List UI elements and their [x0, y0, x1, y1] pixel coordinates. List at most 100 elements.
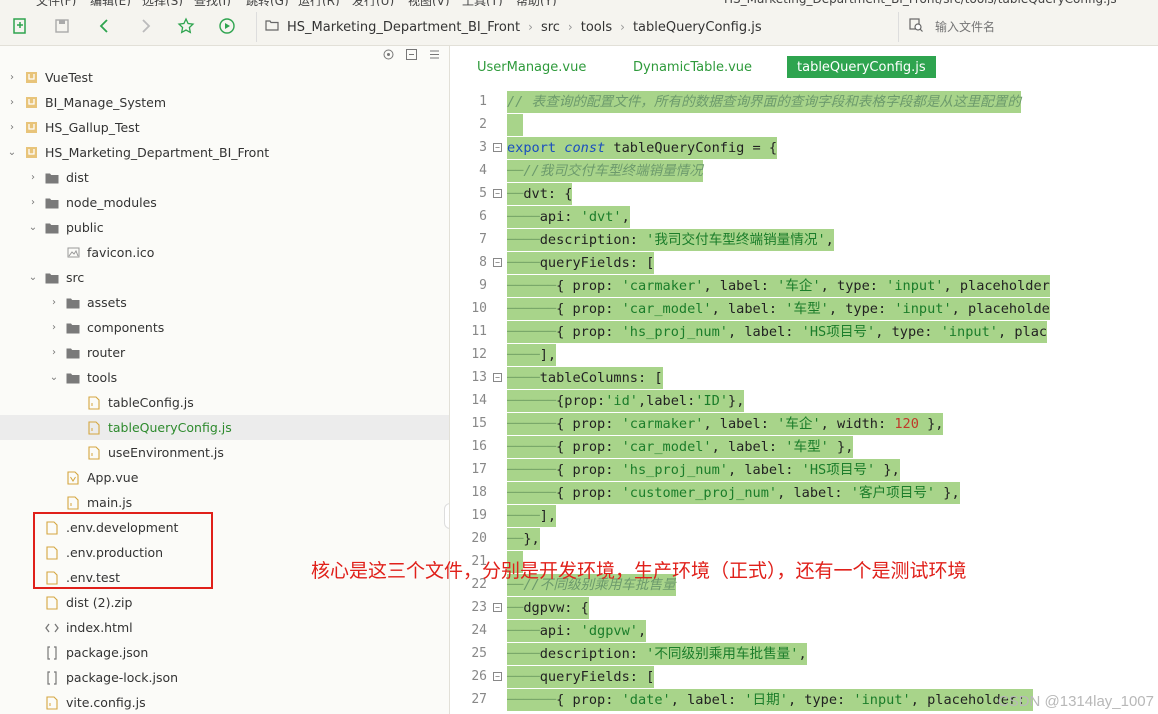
indent-guide: ────: [507, 507, 540, 524]
code-line[interactable]: ──────{ prop: 'carmaker', label: '车企', t…: [507, 274, 1158, 297]
tree-item-label: favicon.ico: [87, 245, 155, 260]
tree-item[interactable]: App.vue: [0, 465, 449, 490]
selection-highlight: ──dvt: {: [507, 182, 573, 205]
fold-toggle-icon[interactable]: −: [493, 603, 502, 612]
chevron-down-icon[interactable]: ⌄: [27, 222, 39, 233]
tree-item[interactable]: main.js: [0, 490, 449, 515]
chevron-right-icon[interactable]: ›: [48, 297, 60, 308]
tree-item[interactable]: package.json: [0, 640, 449, 665]
save-icon[interactable]: [52, 16, 72, 36]
breadcrumb-src[interactable]: src: [541, 20, 560, 35]
code-line[interactable]: ──────{prop:'id',label:'ID'},: [507, 389, 1158, 412]
code-token: 'input': [886, 277, 944, 294]
file-icon: [45, 570, 59, 585]
tree-item[interactable]: useEnvironment.js: [0, 440, 449, 465]
code-line[interactable]: ────],: [507, 504, 1158, 527]
forward-icon[interactable]: [135, 16, 155, 36]
star-icon[interactable]: [176, 16, 196, 36]
tree-item[interactable]: › VueTest: [0, 65, 449, 90]
chevron-right-icon[interactable]: ›: [6, 122, 18, 133]
locate-icon[interactable]: [382, 48, 395, 61]
html-file-icon: [45, 621, 59, 635]
breadcrumb-file[interactable]: tableQueryConfig.js: [633, 20, 762, 35]
code-line[interactable]: ────],: [507, 343, 1158, 366]
chevron-down-icon[interactable]: ⌄: [6, 147, 18, 158]
code-editor[interactable]: UserManage.vue DynamicTable.vue tableQue…: [451, 46, 1158, 714]
tree-item[interactable]: › node_modules: [0, 190, 449, 215]
tree-item[interactable]: › router: [0, 340, 449, 365]
fold-toggle-icon[interactable]: −: [493, 672, 502, 681]
chevron-right-icon[interactable]: ›: [27, 197, 39, 208]
code-line[interactable]: [507, 113, 1158, 136]
chevron-right-icon[interactable]: ›: [48, 322, 60, 333]
code-line[interactable]: ────queryFields: [: [507, 665, 1158, 688]
code-line[interactable]: ────queryFields: [: [507, 251, 1158, 274]
code-line[interactable]: ────tableColumns: [: [507, 366, 1158, 389]
code-line[interactable]: export const tableQueryConfig = {: [507, 136, 1158, 159]
tree-item[interactable]: ⌄ src: [0, 265, 449, 290]
code-line[interactable]: ──────{ prop: 'car_model', label: '车型', …: [507, 297, 1158, 320]
code-line[interactable]: ──//我司交付车型终端销量情况: [507, 159, 1158, 182]
fold-toggle-icon[interactable]: −: [493, 143, 502, 152]
code-line[interactable]: ──────{ prop: 'customer_proj_num', label…: [507, 481, 1158, 504]
fold-toggle-icon[interactable]: −: [493, 373, 502, 382]
tree-item[interactable]: › components: [0, 315, 449, 340]
indent-guide: ──────: [507, 277, 557, 294]
tree-item[interactable]: › dist: [0, 165, 449, 190]
back-icon[interactable]: [95, 16, 115, 36]
line-number: 1: [451, 90, 507, 113]
fold-toggle-icon[interactable]: −: [493, 258, 502, 267]
menu-icon[interactable]: [428, 48, 441, 61]
tree-item[interactable]: package-lock.json: [0, 665, 449, 690]
code-line[interactable]: ──dvt: {: [507, 182, 1158, 205]
tree-item[interactable]: .env.development: [0, 515, 449, 540]
tab-usermanage[interactable]: UserManage.vue: [467, 56, 596, 78]
chevron-right-icon[interactable]: ›: [27, 172, 39, 183]
tree-item[interactable]: ⌄ public: [0, 215, 449, 240]
search-icon: [909, 18, 923, 36]
chevron-right-icon[interactable]: ›: [6, 72, 18, 83]
chevron-right-icon[interactable]: ›: [6, 97, 18, 108]
tree-item[interactable]: favicon.ico: [0, 240, 449, 265]
breadcrumb-tools[interactable]: tools: [581, 20, 612, 35]
tree-item[interactable]: › BI_Manage_System: [0, 90, 449, 115]
tree-item[interactable]: tableQueryConfig.js: [0, 415, 449, 440]
tree-item[interactable]: › assets: [0, 290, 449, 315]
tree-item-label: vite.config.js: [66, 695, 146, 710]
chevron-down-icon[interactable]: ⌄: [27, 272, 39, 283]
code-line[interactable]: ──────{ prop: 'car_model', label: '车型' }…: [507, 435, 1158, 458]
code-line[interactable]: ──},: [507, 527, 1158, 550]
collapse-all-icon[interactable]: [405, 48, 418, 61]
tab-dynamictable[interactable]: DynamicTable.vue: [623, 56, 762, 78]
code-line[interactable]: ──────{ prop: 'hs_proj_num', label: 'HS项…: [507, 458, 1158, 481]
code-line[interactable]: ────api: 'dgpvw',: [507, 619, 1158, 642]
code-line[interactable]: ────description: '不同级别乘用车批售量',: [507, 642, 1158, 665]
line-number-text: 9: [479, 278, 487, 293]
tree-item-label: tableConfig.js: [108, 395, 194, 410]
code-line[interactable]: ────description: '我司交付车型终端销量情况',: [507, 228, 1158, 251]
code-token: tableQueryConfig: [605, 139, 753, 156]
code-token: 'id': [605, 392, 638, 409]
tree-item[interactable]: index.html: [0, 615, 449, 640]
code-token: const: [564, 139, 606, 156]
code-line[interactable]: ────api: 'dvt',: [507, 205, 1158, 228]
tree-item[interactable]: › HS_Gallup_Test: [0, 115, 449, 140]
code-line[interactable]: ──────{ prop: 'carmaker', label: '车企', w…: [507, 412, 1158, 435]
new-file-icon[interactable]: [10, 16, 30, 36]
tree-item[interactable]: ⌄ HS_Marketing_Department_BI_Front: [0, 140, 449, 165]
tree-item[interactable]: ⌄ tools: [0, 365, 449, 390]
tree-item[interactable]: vite.config.js: [0, 690, 449, 714]
chevron-down-icon[interactable]: ⌄: [48, 372, 60, 383]
run-icon[interactable]: [217, 16, 237, 36]
search-input[interactable]: [935, 20, 1115, 34]
code-line[interactable]: ──────{ prop: 'hs_proj_num', label: 'HS项…: [507, 320, 1158, 343]
tab-tablequeryconfig[interactable]: tableQueryConfig.js: [787, 56, 936, 78]
code-line[interactable]: // 表查询的配置文件，所有的数据查询界面的查询字段和表格字段都是从这里配置的: [507, 90, 1158, 113]
fold-toggle-icon[interactable]: −: [493, 189, 502, 198]
breadcrumb-project[interactable]: HS_Marketing_Department_BI_Front: [287, 20, 520, 35]
selection-highlight: ────description: '我司交付车型终端销量情况',: [507, 228, 834, 251]
chevron-right-icon[interactable]: ›: [48, 347, 60, 358]
tree-item[interactable]: dist (2).zip: [0, 590, 449, 615]
code-line[interactable]: ──dgpvw: {: [507, 596, 1158, 619]
tree-item[interactable]: tableConfig.js: [0, 390, 449, 415]
